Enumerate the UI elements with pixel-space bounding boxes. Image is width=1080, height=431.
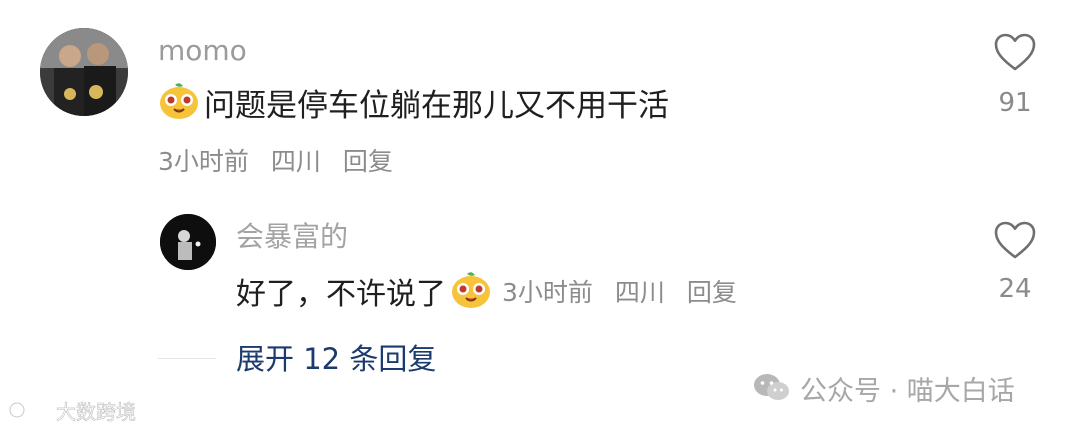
expand-replies-button[interactable]: 展开 12 条回复 <box>236 340 436 378</box>
heart-outline-icon <box>994 221 1036 259</box>
comment-location: 四川 <box>270 147 321 176</box>
reply-reply-button[interactable]: 回复 <box>687 278 737 307</box>
expand-divider <box>158 358 216 359</box>
reply-location: 四川 <box>614 278 665 307</box>
heart-outline-icon <box>994 33 1036 71</box>
reply-body: 好了，不许说了 3小时前 四川 回复 <box>236 268 737 314</box>
avatar-photo <box>40 28 128 116</box>
reply-time: 3小时前 <box>502 278 593 307</box>
wechat-icon <box>754 374 789 400</box>
comment-avatar[interactable] <box>40 28 128 116</box>
reply-text: 好了，不许说了 <box>236 277 446 312</box>
comment-reply-button[interactable]: 回复 <box>343 147 393 176</box>
reply-avatar[interactable] <box>160 214 216 270</box>
avatar-photo <box>160 214 216 270</box>
comment-meta: 3小时前 四川 回复 <box>158 146 393 178</box>
reply-like-count: 24 <box>998 274 1032 304</box>
smiling-face-emoji-icon <box>450 268 492 314</box>
wechat-watermark-text: 公众号 · 喵大白话 <box>800 375 1015 407</box>
comment-time: 3小时前 <box>158 147 249 176</box>
comment-username[interactable]: momo <box>158 34 247 68</box>
circle-logo-icon <box>8 400 49 419</box>
comment-like-count: 91 <box>998 88 1032 118</box>
comment-body: 问题是停车位躺在那儿又不用干活 <box>158 80 669 124</box>
reply-like-button[interactable]: 24 <box>970 214 1060 314</box>
wechat-watermark: 公众号 · 喵大白话 <box>752 370 1015 407</box>
comment-like-button[interactable]: 91 <box>970 28 1060 128</box>
comment-text: 问题是停车位躺在那儿又不用干活 <box>204 87 669 124</box>
corner-watermark: 大数跨境 <box>8 396 136 424</box>
smiling-face-emoji-icon <box>158 79 200 125</box>
reply-meta: 3小时前 四川 回复 <box>502 273 737 309</box>
corner-watermark-text: 大数跨境 <box>56 399 137 424</box>
reply-username[interactable]: 会暴富的 <box>236 220 348 254</box>
